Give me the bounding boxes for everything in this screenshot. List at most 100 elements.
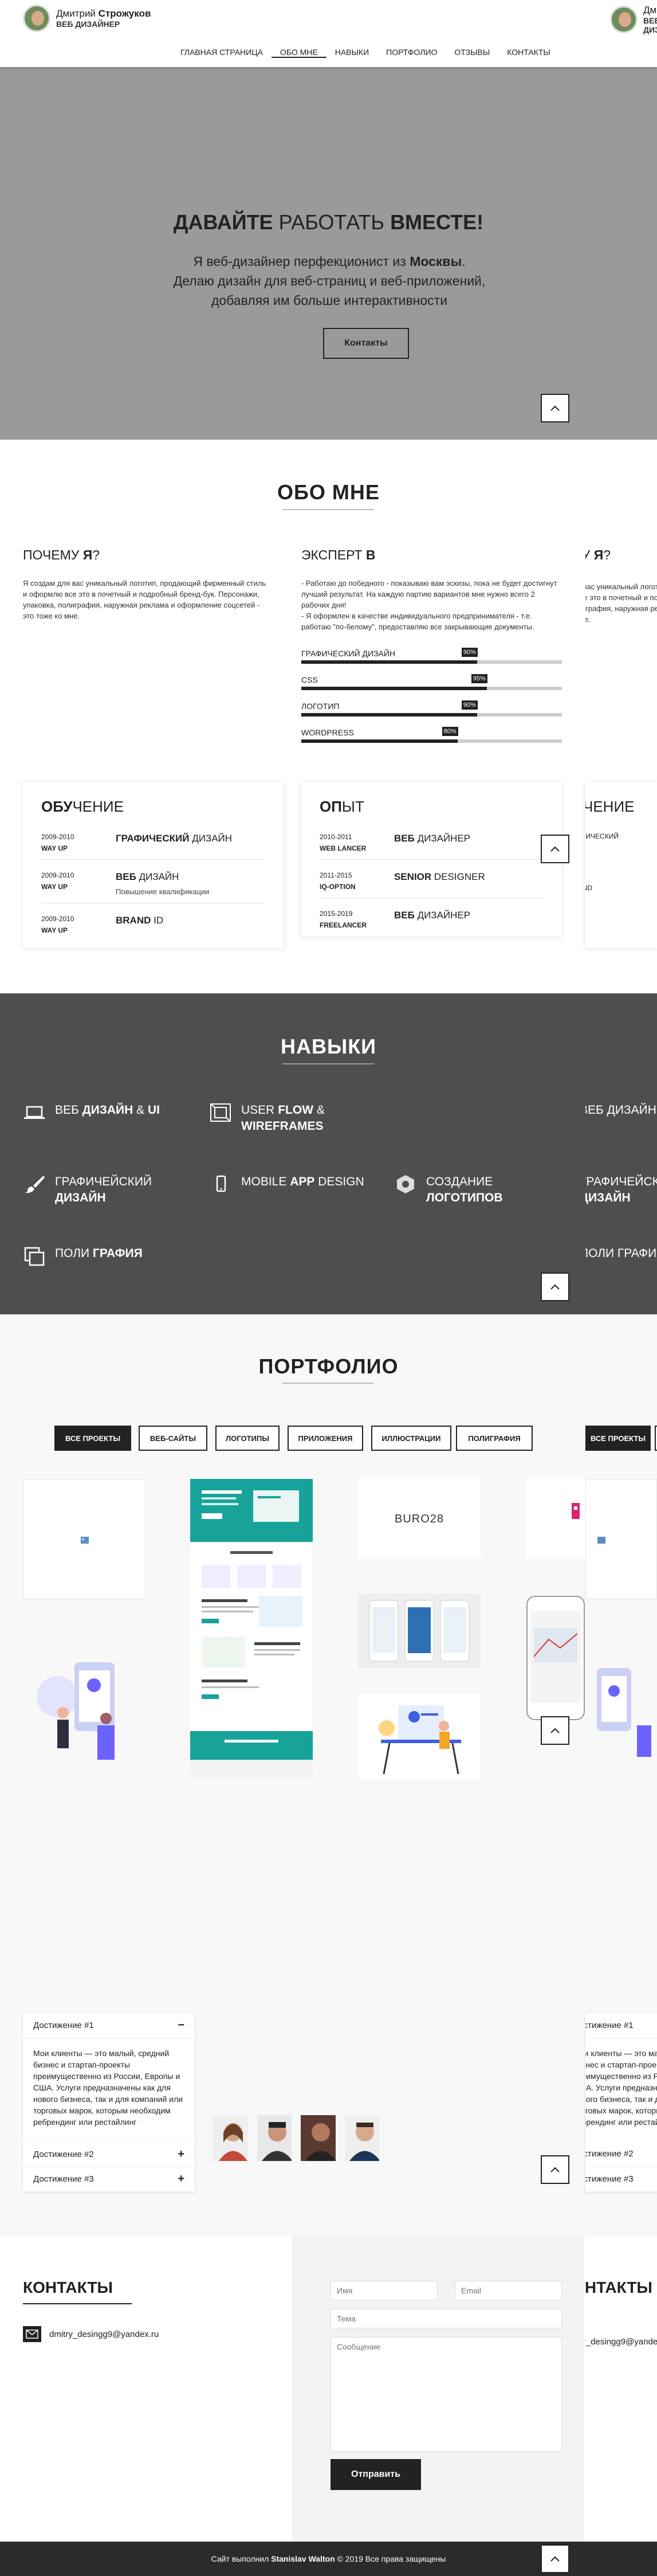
scroll-up-button[interactable]	[541, 835, 569, 863]
expert-heading: ЭКСПЕРТ В	[301, 547, 376, 563]
scroll-up-button[interactable]	[541, 2155, 569, 2184]
skill-bold: ГРАФИЯ	[92, 1247, 143, 1260]
skill-bold: ДИЗАЙН	[82, 1103, 133, 1117]
skill-item: USER FLOW & WIREFRAMES	[209, 1102, 325, 1134]
entry-desc: Повышение квалификации	[116, 887, 210, 896]
education-card: ОБУЧЕНИЕ 2009-2010 WAY UP ГРАФИЧЕСКИЙ ДИЗ…	[23, 782, 284, 948]
accordion-item[interactable]: Достижение #2	[585, 2142, 657, 2167]
nav-reviews[interactable]: ОТЗЫВЫ	[446, 48, 498, 58]
contacts-title: КОНТАКТЫ	[585, 2279, 652, 2296]
footer-text: © 2019 Все права защищены	[337, 2554, 446, 2563]
message-field[interactable]	[331, 2337, 562, 2452]
minus-icon: −	[178, 2019, 184, 2031]
accordion-item[interactable]: Достижение #3 +	[23, 2167, 195, 2192]
hero-sub-city: Москвы	[410, 254, 462, 269]
skill-item: ПОЛИ ГРАФИЯ	[23, 1246, 143, 1266]
nav-portfolio[interactable]: ПОРТФОЛИО	[377, 48, 446, 58]
contacts-button[interactable]: Контакты	[323, 328, 409, 359]
entry-title-bold: BRAND	[116, 915, 151, 926]
first-name: Дмитрий	[56, 8, 96, 19]
ghost-rows: ГРАФИЧЕСКИЙ ВЕБ BRAND	[585, 828, 657, 896]
entry-place: WAY UP	[41, 883, 68, 891]
accordion-item[interactable]: Достижение #3	[585, 2167, 657, 2192]
scroll-up-button[interactable]	[541, 2544, 569, 2573]
scroll-up-button[interactable]	[541, 1273, 569, 1301]
scroll-up-button[interactable]	[541, 394, 569, 422]
subject-field[interactable]	[331, 2309, 562, 2328]
portfolio-item[interactable]	[23, 1479, 145, 1599]
entry-title-bold: SENIOR	[394, 871, 432, 882]
portfolio-item-ghost[interactable]	[526, 1479, 585, 1559]
accordion-item[interactable]: Достижение #1	[585, 2013, 657, 2038]
entry-place: IQ-OPTION	[320, 883, 356, 891]
why-heading-q: ?	[603, 547, 611, 562]
image-placeholder-icon	[597, 1537, 605, 1544]
portfolio-item-app[interactable]	[358, 1594, 481, 1668]
title-underline	[23, 2303, 132, 2304]
client-photo[interactable]	[344, 2115, 380, 2161]
filter-print[interactable]: ПОЛИГРАФИЯ	[456, 1426, 533, 1451]
portfolio-item-illustration-ghost[interactable]	[585, 1651, 657, 1771]
nav-home[interactable]: ГЛАВНАЯ СТРАНИЦА	[172, 48, 272, 58]
client-photo[interactable]	[301, 2115, 336, 2161]
entry-years: 2015-2019	[320, 910, 353, 918]
title-underline	[282, 509, 374, 510]
header: Дмитрий Строжуков ВЕБ ДИЗАЙНЕР Дмитрий В…	[0, 0, 657, 67]
filter-logos[interactable]: ЛОГОТИПЫ	[215, 1426, 280, 1451]
entry-title-bold: BRAND	[585, 884, 593, 892]
client-photo[interactable]	[213, 2115, 248, 2161]
brand[interactable]: Дмитрий Строжуков ВЕБ ДИЗАЙНЕР	[23, 5, 151, 32]
skill-light: DESIGN	[318, 1175, 364, 1188]
send-button[interactable]: Отправить	[331, 2459, 421, 2490]
achievements-accordion-ghost: Достижение #1 Мои клиенты — это малый, с…	[585, 2013, 657, 2192]
experience-row: 2011-2015 IQ-OPTION SENIOR DESIGNER	[320, 867, 544, 898]
accordion-item[interactable]: Достижение #1 −	[23, 2013, 195, 2038]
filter-websites[interactable]: ВЕБ-САЙТЫ	[139, 1426, 207, 1451]
skill-bar: ЛОГОТИП 90%	[301, 700, 562, 717]
accordion-title: Достижение #3	[585, 2174, 634, 2184]
hexagon-icon	[397, 1175, 414, 1193]
email-text: dmitry_desingg9@yandex.ru	[49, 2329, 159, 2339]
accordion-item[interactable]: Достижение #2 +	[23, 2142, 195, 2167]
filter-illustrations[interactable]: ИЛЛЮСТРАЦИИ	[371, 1426, 451, 1451]
portfolio-item-illustration[interactable]	[358, 1694, 481, 1780]
skill-percent: 80%	[442, 727, 458, 736]
avatar	[610, 6, 638, 33]
experience-card: ОПЫТ 2010-2011 WEB LANCER ВЕБ ДИЗАЙНЕР 20…	[301, 782, 562, 937]
entry-years: 2010-2011	[320, 833, 352, 841]
portfolio-item-ghost[interactable]	[585, 1479, 657, 1599]
entry-title-bold: ВЕБ	[394, 833, 415, 844]
email-field[interactable]	[455, 2281, 562, 2300]
portfolio-item-logo[interactable]: BURO28	[358, 1479, 481, 1559]
skill-light: USER	[241, 1103, 275, 1117]
name-field[interactable]	[331, 2281, 438, 2300]
chevron-up-icon	[550, 1728, 560, 1733]
nav-about[interactable]: ОБО МНЕ	[271, 48, 326, 58]
brand-duplicate: Дмитрий ВЕБ ДИЗАЙНЕР	[610, 5, 657, 34]
chevron-up-icon	[550, 2556, 560, 2562]
filter-all-ghost[interactable]: ВСЕ ПРОЕКТЫ	[585, 1426, 651, 1451]
entry-title-bold: ВЕБ	[394, 910, 415, 921]
nav-contacts[interactable]: КОНТАКТЫ	[498, 48, 559, 58]
illustration-image	[37, 1662, 115, 1760]
client-photo[interactable]	[257, 2115, 292, 2161]
expert-text: - Работаю до победного - показываю вам э…	[301, 578, 562, 632]
skill-bold: APP	[290, 1175, 315, 1188]
portfolio-item-illustration[interactable]	[23, 1651, 145, 1771]
skill-bold: UI	[147, 1103, 160, 1117]
hero-section: ДАВАЙТЕ РАБОТАТЬ ВМЕСТЕ! Я веб-дизайнер …	[0, 67, 657, 440]
filter-apps[interactable]: ПРИЛОЖЕНИЯ	[288, 1426, 363, 1451]
skill-light: MOBILE	[241, 1175, 287, 1188]
entry-years: 2009-2010	[41, 871, 74, 879]
portfolio-item-website[interactable]	[190, 1479, 313, 1777]
education-row: 2009-2010 WAY UP ВЕБ ДИЗАЙН Повышение квал…	[41, 867, 265, 903]
mobile-app-mockup-image	[526, 1596, 585, 1720]
portfolio-title: ПОРТФОЛИО	[258, 1354, 399, 1378]
entry-place: FREELANCER	[320, 921, 367, 929]
portfolio-item-app-ghost[interactable]	[526, 1594, 585, 1725]
contact-email[interactable]: dmitry_desingg9@yandex.ru	[23, 2326, 159, 2342]
brush-icon	[25, 1176, 45, 1193]
nav-skills[interactable]: НАВЫКИ	[326, 48, 377, 58]
filter-all[interactable]: ВСЕ ПРОЕКТЫ	[54, 1426, 131, 1451]
scroll-up-button[interactable]	[541, 1716, 569, 1745]
